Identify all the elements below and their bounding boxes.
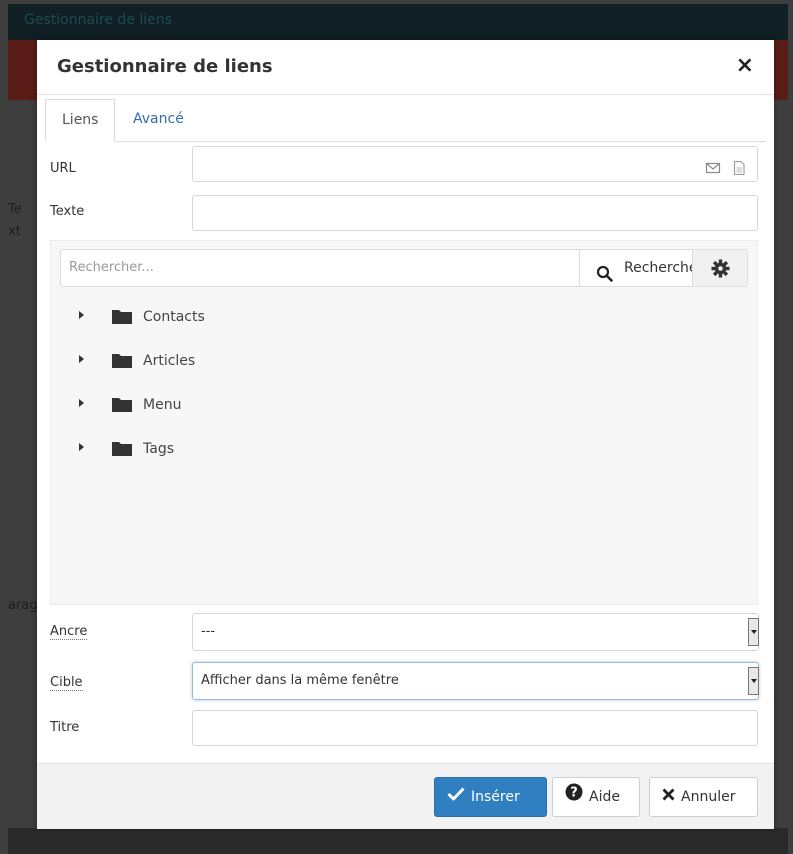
folder-icon (112, 309, 132, 324)
url-label: URL (50, 161, 76, 176)
search-icon (596, 260, 613, 286)
gear-icon (711, 259, 730, 282)
help-button-label: Aide (589, 789, 620, 805)
link-browser-panel: Rechercher... Recherche Contacts Article… (50, 240, 758, 605)
settings-button[interactable] (692, 249, 748, 287)
email-icon[interactable] (705, 156, 721, 174)
svg-text:?: ? (570, 786, 578, 801)
tab-bar: Liens Avancé (45, 95, 766, 142)
background-topbar: Gestionnaire de liens (8, 4, 788, 40)
url-icon-group (705, 156, 747, 176)
folder-icon (112, 441, 132, 456)
file-icon[interactable] (731, 156, 747, 176)
background-topbar-text: Gestionnaire de liens (24, 12, 172, 28)
help-button[interactable]: ? Aide (552, 777, 640, 817)
target-label: Cible (50, 675, 83, 691)
title-input[interactable] (192, 710, 758, 746)
url-input[interactable] (192, 146, 758, 182)
x-icon (662, 778, 675, 816)
caret-right-icon[interactable] (79, 399, 84, 407)
target-value: Afficher dans la même fenêtre (201, 673, 399, 688)
link-manager-dialog: Gestionnaire de liens × Liens Avancé URL… (37, 40, 774, 829)
text-input[interactable] (192, 195, 758, 231)
anchor-value: --- (201, 624, 216, 639)
background-text-fragment: Te (8, 202, 22, 217)
dialog-title: Gestionnaire de liens (57, 56, 273, 77)
search-input[interactable]: Rechercher... (60, 249, 580, 287)
dialog-footer: Insérer ? Aide Annuler (37, 763, 774, 829)
anchor-select[interactable]: --- (192, 613, 759, 651)
insert-button[interactable]: Insérer (434, 777, 547, 817)
tree-item-label: Contacts (143, 309, 205, 325)
insert-button-label: Insérer (471, 789, 520, 805)
tab-avance[interactable]: Avancé (117, 99, 200, 140)
target-select[interactable]: Afficher dans la même fenêtre (192, 662, 759, 700)
close-icon[interactable]: × (736, 54, 754, 78)
caret-right-icon[interactable] (79, 443, 84, 451)
tree-item-label: Articles (143, 353, 196, 369)
search-button-label: Recherche (624, 260, 693, 276)
tree-item-label: Menu (143, 397, 182, 413)
text-label: Texte (50, 204, 85, 219)
search-button[interactable]: Recherche (579, 249, 693, 287)
cancel-button-label: Annuler (681, 789, 736, 805)
folder-icon (112, 397, 132, 412)
chevron-down-icon[interactable] (748, 667, 759, 695)
background-bottom (8, 828, 788, 854)
background-text-fragment: xt (8, 224, 21, 239)
check-icon (447, 778, 465, 816)
caret-right-icon[interactable] (79, 355, 84, 363)
tree-item-label: Tags (143, 441, 174, 457)
cancel-button[interactable]: Annuler (649, 777, 758, 817)
title-label: Titre (50, 720, 80, 735)
folder-icon (112, 353, 132, 368)
anchor-label: Ancre (50, 624, 88, 640)
tab-liens[interactable]: Liens (45, 99, 116, 142)
question-icon: ? (565, 778, 583, 816)
background-text-fragment: arag (8, 598, 38, 613)
dialog-header: Gestionnaire de liens × (37, 40, 774, 95)
caret-right-icon[interactable] (79, 311, 84, 319)
chevron-down-icon[interactable] (748, 618, 759, 646)
